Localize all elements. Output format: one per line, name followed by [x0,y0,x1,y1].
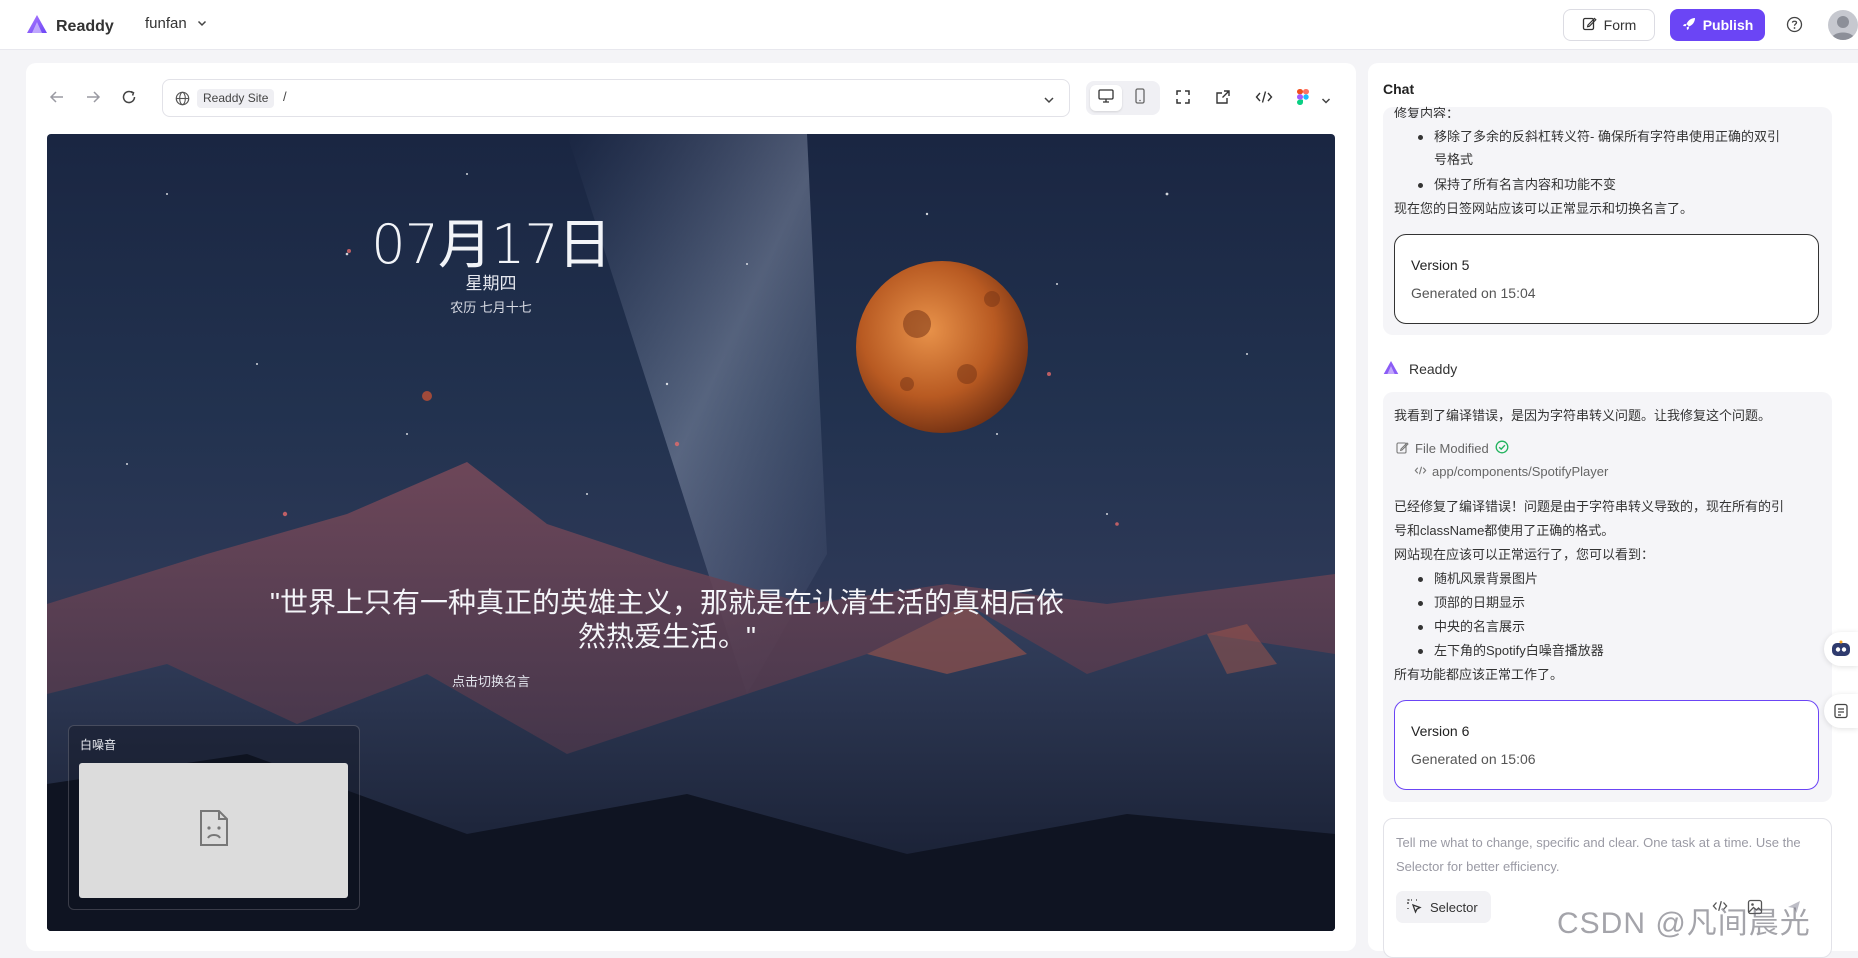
version-generated: Generated on 15:04 [1411,285,1536,301]
desktop-view-button[interactable] [1090,85,1122,111]
app-name: Readdy [56,17,114,35]
selector-label: Selector [1430,899,1478,915]
url-bar[interactable]: Readdy Site / [162,79,1070,117]
message-body-2: 号和className都使用了正确的格式。 [1394,523,1615,538]
project-name: funfan [145,15,187,32]
player-title: 白噪音 [80,738,117,752]
message-body-1: 已经修复了编译错误！问题是由于字符串转义导致的，现在所有的引 [1394,499,1785,514]
readdy-logo-icon [1383,360,1399,378]
code-icon[interactable] [1255,89,1273,110]
prev-message-partial: 修复内容： [1394,106,1460,118]
watermark: CSDN @凡间晨光 [1557,907,1811,940]
fullscreen-icon[interactable] [1175,89,1191,110]
phone-icon [1134,87,1146,109]
back-arrow-icon[interactable] [49,89,65,110]
lunar-date: 农历 七月十七 [450,300,532,315]
broken-file-icon [198,809,230,852]
feature-bullet-4: 左下角的Spotify白噪音播放器 [1434,643,1604,658]
feature-bullet-1: 随机风景背景图片 [1434,571,1539,586]
mobile-view-button[interactable] [1124,85,1156,111]
prev-bullet-1-cont: 号格式 [1434,152,1474,167]
bullet-dot [1418,135,1423,140]
form-button-label: Form [1603,17,1637,33]
form-button[interactable]: Form [1563,9,1655,41]
device-toggle [1086,81,1160,115]
bullet-dot [1418,601,1423,606]
chat-title: Chat [1383,81,1415,97]
check-circle-icon [1495,440,1509,457]
bullet-dot [1418,183,1423,188]
prev-closing: 现在您的日签网站应该可以正常显示和切换名言了。 [1394,201,1694,216]
notes-icon[interactable] [1824,694,1858,728]
file-modified-label: File Modified [1415,441,1489,456]
globe-icon [175,91,190,111]
selector-icon [1406,898,1422,917]
user-avatar[interactable] [1828,10,1858,40]
file-modified: File Modified [1396,440,1509,457]
forward-arrow-icon[interactable] [85,89,101,110]
white-noise-player: 白噪音 [68,725,360,910]
edit-file-icon [1396,441,1409,457]
top-bar: Readdy funfan Form Publish [0,0,1858,50]
message-closing: 所有功能都应该正常工作了。 [1394,667,1564,682]
site-badge: Readdy Site [197,89,275,108]
reload-icon[interactable] [121,89,137,110]
author-name: Readdy [1409,361,1458,377]
url-path[interactable]: / [283,89,287,104]
version-title: Version 6 [1411,723,1470,739]
publish-button[interactable]: Publish [1670,9,1765,41]
project-switcher[interactable]: funfan [145,15,207,32]
bullet-dot [1418,649,1423,654]
figma-icon[interactable] [1296,89,1309,110]
message-author: Readdy [1383,360,1457,378]
message-body-3: 网站现在应该可以正常运行了，您可以看到： [1394,547,1655,562]
prev-bullet-2: 保持了所有名言内容和功能不变 [1434,177,1617,192]
date-display: 07月17日 [371,213,611,276]
readdy-logo-icon [26,14,48,39]
app-logo[interactable]: Readdy [26,14,114,39]
chevron-down-icon[interactable] [1321,93,1331,111]
help-icon[interactable] [1786,16,1803,38]
quote-text[interactable]: "世界上只有一种真正的英雄主义，那就是在认清生活的真相后依然热爱生活。" [267,586,1067,654]
selector-button[interactable]: Selector [1396,891,1491,923]
bullet-dot [1418,577,1423,582]
rocket-icon [1682,17,1696,34]
prev-bullet-1: 移除了多余的反斜杠转义符- 确保所有字符串使用正确的双引 [1434,129,1780,144]
weekday-label: 星期四 [465,274,517,293]
publish-button-label: Publish [1702,17,1754,33]
modified-file-link[interactable]: app/components/SpotifyPlayer [1414,464,1608,479]
edit-form-icon [1582,16,1597,34]
file-path-label: app/components/SpotifyPlayer [1432,464,1609,479]
monitor-icon [1098,88,1114,108]
bullet-dot [1418,625,1423,630]
switch-quote-hint[interactable]: 点击切换名言 [47,671,1135,690]
feature-bullet-2: 顶部的日期显示 [1434,595,1526,610]
chevron-down-icon [197,15,207,32]
version-5-card[interactable]: Version 5 Generated on 15:04 [1394,234,1819,324]
version-generated: Generated on 15:06 [1411,751,1536,767]
version-6-card[interactable]: Version 6 Generated on 15:06 [1394,700,1819,790]
message-intro: 我看到了编译错误，是因为字符串转义问题。让我修复这个问题。 [1394,408,1772,423]
feature-bullet-3: 中央的名言展示 [1434,619,1526,634]
open-external-icon[interactable] [1215,89,1231,110]
version-title: Version 5 [1411,257,1470,273]
assistant-bot-icon[interactable] [1824,632,1858,666]
site-preview: 07月17日 星期四 农历 七月十七 "世界上只有一种真正的英雄主义，那就是在认… [47,134,1335,931]
chevron-down-icon[interactable] [1043,93,1055,111]
code-icon [1414,464,1427,479]
spotify-embed[interactable] [79,763,348,898]
chat-input-placeholder[interactable]: Tell me what to change, specific and cle… [1396,831,1821,879]
